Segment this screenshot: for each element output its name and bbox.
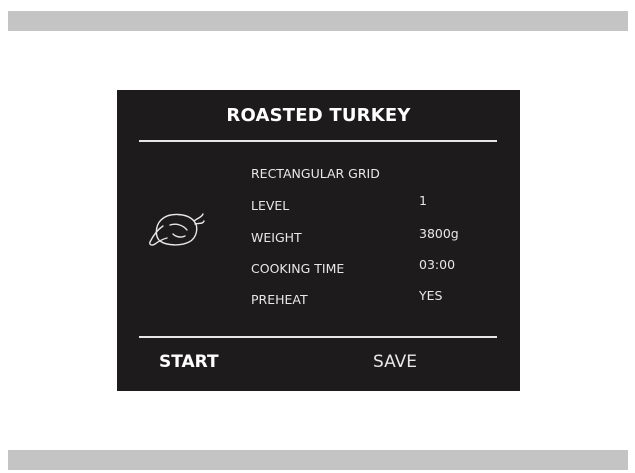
title-divider [139,140,497,142]
actions-divider [139,336,497,338]
setting-value-cooking-time[interactable]: 03:00 [419,257,455,272]
start-button[interactable]: START [159,352,219,372]
setting-label-level: LEVEL [251,198,290,213]
setting-label-preheat: PREHEAT [251,292,308,307]
setting-label-weight: WEIGHT [251,230,302,245]
setting-value-preheat[interactable]: YES [419,288,442,303]
setting-label-cooking-time: COOKING TIME [251,261,345,276]
save-button[interactable]: SAVE [373,352,417,372]
roast-turkey-icon [149,213,205,246]
setting-label-grid: RECTANGULAR GRID [251,166,380,181]
recipe-screen: ROASTED TURKEY RECTANGULAR GRID LEVEL 1 … [117,90,520,391]
bottom-bar [8,450,628,470]
top-bar [8,11,628,31]
setting-value-weight[interactable]: 3800g [419,226,459,241]
recipe-title: ROASTED TURKEY [226,105,411,126]
setting-value-level[interactable]: 1 [419,193,427,208]
